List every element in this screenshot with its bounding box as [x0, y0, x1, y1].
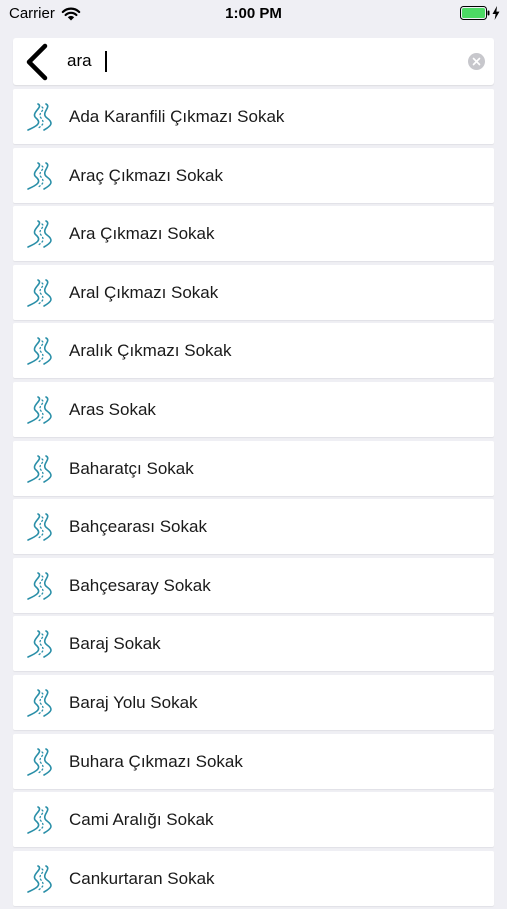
search-results-list: Ada Karanfili Çıkmazı Sokak Araç Çıkmazı… [13, 89, 494, 909]
list-item-label: Bahçesaray Sokak [69, 575, 211, 595]
battery-indicator [460, 6, 500, 20]
list-item[interactable]: Aralık Çıkmazı Sokak [13, 323, 494, 379]
list-item[interactable]: Araç Çıkmazı Sokak [13, 147, 494, 203]
road-icon [27, 161, 52, 190]
list-item[interactable]: Ara Çıkmazı Sokak [13, 206, 494, 262]
search-bar [13, 38, 494, 85]
search-input[interactable] [67, 46, 457, 76]
list-item-label: Buhara Çıkmazı Sokak [69, 751, 243, 771]
list-item-label: Bahçearası Sokak [69, 517, 207, 537]
road-icon [27, 103, 52, 131]
road-icon [27, 396, 52, 424]
list-item[interactable]: Cankurtaran Sokak [13, 850, 494, 906]
list-item-label: Ada Karanfili Çıkmazı Sokak [69, 107, 285, 126]
road-icon [27, 454, 52, 483]
road-icon [27, 571, 52, 600]
list-item-label: Araç Çıkmazı Sokak [69, 165, 223, 185]
road-icon [27, 278, 52, 307]
list-item-label: Aras Sokak [69, 399, 156, 419]
list-item-label: Cami Aralığı Sokak [69, 810, 214, 830]
list-item-label: Aral Çıkmazı Sokak [69, 282, 219, 302]
list-item[interactable]: Bahçesaray Sokak [13, 557, 494, 613]
list-item-label: Cankurtaran Sokak [69, 868, 215, 888]
road-icon [27, 513, 52, 541]
list-item[interactable]: Buhara Çıkmazı Sokak [13, 733, 494, 789]
text-cursor [105, 51, 107, 72]
list-item-label: Baraj Sokak [69, 634, 161, 654]
list-item[interactable]: Ada Karanfili Çıkmazı Sokak [13, 89, 494, 144]
list-item[interactable]: Baraj Sokak [13, 616, 494, 672]
list-item-label: Baharatçı Sokak [69, 458, 194, 478]
list-item[interactable]: Baharatçı Sokak [13, 440, 494, 496]
road-icon [27, 220, 52, 248]
road-icon [27, 689, 52, 717]
list-item[interactable]: Baraj Yolu Sokak [13, 674, 494, 730]
list-item[interactable]: Aras Sokak [13, 381, 494, 437]
list-item[interactable]: Bahçearası Sokak [13, 499, 494, 555]
battery-icon [460, 6, 490, 20]
status-bar: Carrier 1:00 PM [0, 0, 507, 28]
list-item-label: Ara Çıkmazı Sokak [69, 224, 215, 244]
status-time: 1:00 PM [225, 5, 282, 22]
road-icon [27, 630, 52, 659]
list-item[interactable]: Aral Çıkmazı Sokak [13, 264, 494, 320]
road-icon [27, 864, 52, 893]
charging-bolt-icon [492, 6, 500, 20]
road-icon [27, 806, 52, 834]
clear-circle-icon[interactable] [468, 53, 485, 70]
road-icon [27, 747, 52, 776]
list-item-label: Baraj Yolu Sokak [69, 692, 198, 712]
chevron-left-icon[interactable] [21, 42, 57, 82]
list-item-label: Aralık Çıkmazı Sokak [69, 341, 232, 361]
road-icon [27, 337, 52, 366]
list-item[interactable]: Cami Aralığı Sokak [13, 792, 494, 848]
